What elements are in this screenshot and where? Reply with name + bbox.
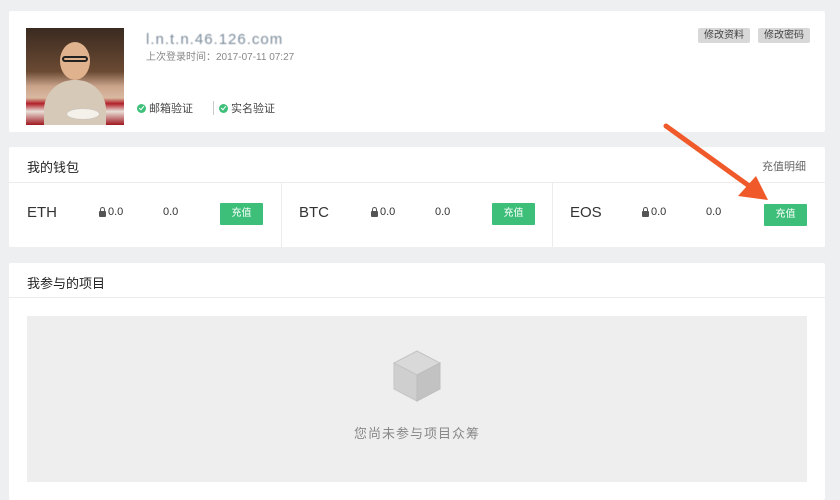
email-verify-label: 邮箱验证 bbox=[149, 103, 193, 115]
coin-locked-value: 0.0 bbox=[380, 206, 396, 218]
recharge-button-eos[interactable]: 充值 bbox=[764, 204, 807, 226]
coin-btc: BTC 0.0 0.0 充值 bbox=[281, 183, 553, 247]
projects-title: 我参与的项目 bbox=[27, 276, 106, 291]
last-login-time: 上次登录时间：2017-07-11 07:27 bbox=[146, 52, 295, 63]
projects-card: 我参与的项目 您尚未参与项目众筹 bbox=[9, 263, 825, 500]
email-verify-status: 邮箱验证 bbox=[137, 100, 193, 116]
coin-eth: ETH 0.0 0.0 充值 bbox=[9, 183, 281, 247]
lock-icon bbox=[99, 206, 106, 217]
realname-verify-status: 实名验证 bbox=[219, 100, 275, 116]
edit-profile-button[interactable]: 修改资料 bbox=[698, 28, 750, 43]
verify-divider bbox=[213, 101, 214, 115]
avatar-plate bbox=[66, 108, 100, 120]
coin-balance: 0.0 bbox=[706, 206, 722, 218]
profile-card: l.n.t.n.46.126.com 上次登录时间：2017-07-11 07:… bbox=[9, 11, 825, 132]
wallet-title: 我的钱包 bbox=[27, 160, 80, 175]
empty-state: 您尚未参与项目众筹 bbox=[27, 316, 807, 482]
change-password-button[interactable]: 修改密码 bbox=[758, 28, 810, 43]
wallet-card: 我的钱包 充值明细 ETH 0.0 0.0 充值 BTC 0.0 0.0 充值 … bbox=[9, 147, 825, 247]
recharge-button-eth[interactable]: 充值 bbox=[220, 203, 263, 225]
lock-icon bbox=[371, 206, 378, 217]
coin-name: ETH bbox=[27, 204, 57, 221]
coin-locked: 0.0 bbox=[371, 206, 395, 218]
realname-verify-label: 实名验证 bbox=[231, 103, 275, 115]
coin-eos: EOS 0.0 0.0 充值 bbox=[552, 183, 824, 247]
username: l.n.t.n.46.126.com bbox=[146, 31, 284, 48]
coin-locked-value: 0.0 bbox=[108, 206, 124, 218]
recharge-button-btc[interactable]: 充值 bbox=[492, 203, 535, 225]
avatar-glasses bbox=[62, 56, 88, 62]
coin-balance: 0.0 bbox=[435, 206, 451, 218]
coin-locked-value: 0.0 bbox=[651, 206, 667, 218]
coin-name: BTC bbox=[299, 204, 329, 221]
empty-state-text: 您尚未参与项目众筹 bbox=[353, 426, 480, 441]
coin-locked: 0.0 bbox=[642, 206, 666, 218]
projects-divider bbox=[9, 297, 825, 298]
check-circle-icon bbox=[137, 103, 146, 113]
check-circle-icon bbox=[219, 103, 228, 113]
avatar[interactable] bbox=[26, 28, 124, 125]
coin-balance: 0.0 bbox=[163, 206, 179, 218]
recharge-detail-link[interactable]: 充值明细 bbox=[762, 158, 806, 174]
lock-icon bbox=[642, 206, 649, 217]
coin-name: EOS bbox=[570, 204, 602, 221]
cube-icon bbox=[392, 350, 442, 402]
coin-locked: 0.0 bbox=[99, 206, 123, 218]
